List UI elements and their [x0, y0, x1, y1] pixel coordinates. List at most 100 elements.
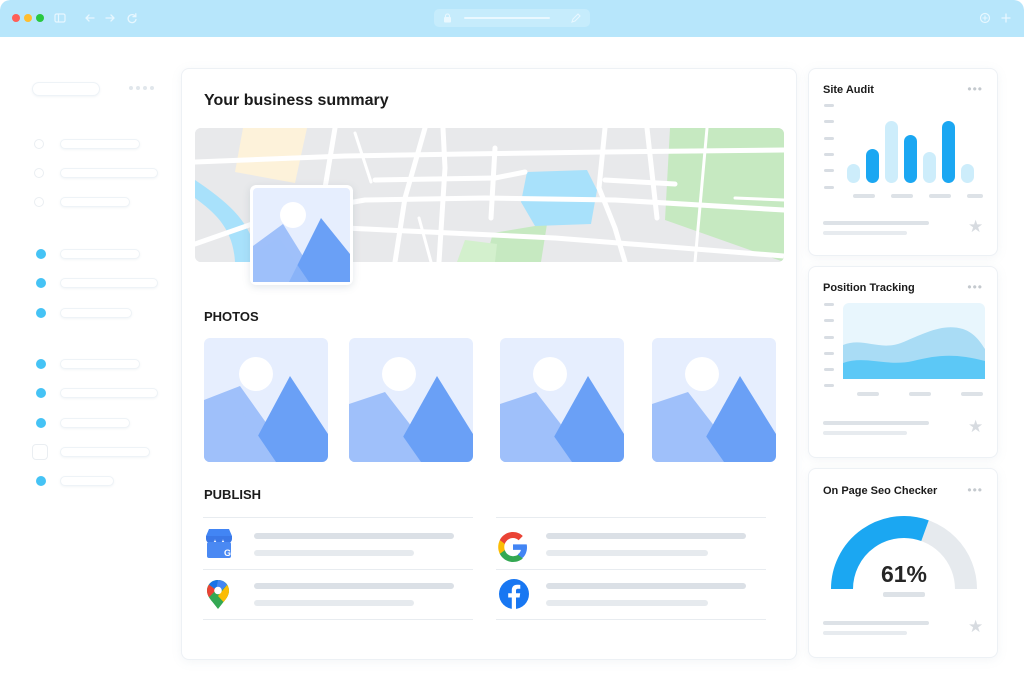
divider	[496, 619, 766, 620]
sidebar-item-icon	[36, 388, 46, 398]
photo-thumbnail[interactable]	[500, 338, 624, 462]
axis-tick	[824, 153, 834, 156]
site-audit-bar	[961, 164, 974, 183]
axis-tick	[824, 352, 834, 355]
address-bar[interactable]	[434, 9, 590, 27]
photo-thumbnail[interactable]	[349, 338, 473, 462]
sidebar-item[interactable]	[60, 139, 140, 149]
google-business-icon[interactable]: G	[202, 527, 236, 561]
summary-text-placeholder	[823, 621, 929, 625]
sidebar-item[interactable]	[60, 278, 158, 288]
axis-tick	[824, 169, 834, 172]
star-icon[interactable]: ★	[968, 417, 983, 437]
photo-thumbnail[interactable]	[204, 338, 328, 462]
sidebar-item[interactable]	[60, 447, 150, 457]
svg-text:G: G	[224, 548, 231, 558]
sidebar-item-icon	[34, 197, 44, 207]
browser-window: Your business summary PHOTOS PUBLISH G S…	[0, 0, 1024, 676]
image-placeholder-icon	[204, 338, 328, 462]
business-cover-image[interactable]	[250, 185, 353, 285]
widget-title: Site Audit	[823, 84, 874, 96]
divider	[496, 569, 766, 570]
forward-arrow-icon[interactable]	[104, 12, 116, 24]
star-icon[interactable]: ★	[968, 217, 983, 237]
widget-title: On Page Seo Checker	[823, 485, 938, 497]
page-title: Your business summary	[204, 92, 389, 109]
site-audit-widget[interactable]: Site Audit ••• ★	[808, 68, 998, 256]
edit-icon[interactable]	[570, 12, 582, 24]
site-audit-bar	[942, 121, 955, 183]
sidebar-item-icon	[36, 278, 46, 288]
sidebar-item[interactable]	[60, 359, 140, 369]
more-options-icon[interactable]: •••	[967, 280, 983, 294]
sidebar-item-icon	[32, 444, 48, 460]
lock-icon	[444, 13, 451, 23]
publish-text-placeholder	[254, 583, 454, 589]
sidebar-toggle-icon[interactable]	[54, 12, 66, 24]
share-icon[interactable]	[979, 12, 991, 24]
google-maps-icon[interactable]	[202, 578, 236, 612]
address-text-placeholder	[464, 17, 550, 19]
sidebar-item[interactable]	[60, 308, 132, 318]
axis-tick	[824, 319, 834, 322]
publish-text-placeholder	[546, 583, 746, 589]
sidebar-item-icon	[36, 418, 46, 428]
more-options-icon[interactable]: •••	[967, 483, 983, 497]
publish-text-placeholder	[254, 533, 454, 539]
summary-text-placeholder	[823, 231, 907, 235]
summary-text-placeholder	[823, 431, 907, 435]
minimize-window-dot[interactable]	[24, 14, 32, 22]
photo-thumbnail[interactable]	[652, 338, 776, 462]
sidebar-item[interactable]	[60, 197, 130, 207]
seo-checker-widget[interactable]: On Page Seo Checker ••• 61% ★	[808, 468, 998, 658]
axis-tick	[824, 104, 834, 107]
axis-label-placeholder	[857, 392, 879, 396]
summary-text-placeholder	[823, 221, 929, 225]
sidebar-item-icon	[34, 139, 44, 149]
new-tab-icon[interactable]	[1000, 12, 1012, 24]
site-audit-bar	[885, 121, 898, 183]
image-placeholder-icon	[349, 338, 473, 462]
axis-tick	[824, 336, 834, 339]
summary-text-placeholder	[823, 631, 907, 635]
star-icon[interactable]: ★	[968, 617, 983, 637]
sidebar-item-icon	[36, 359, 46, 369]
seo-score-value: 61%	[880, 561, 928, 587]
sidebar-item[interactable]	[60, 418, 130, 428]
site-audit-bar	[866, 149, 879, 183]
site-audit-bar	[847, 164, 860, 183]
axis-label-placeholder	[853, 194, 875, 198]
more-options-icon[interactable]: •••	[967, 82, 983, 96]
axis-label-placeholder	[909, 392, 931, 396]
sidebar-more-icon[interactable]	[128, 85, 154, 91]
facebook-icon[interactable]	[498, 578, 532, 612]
axis-label-placeholder	[961, 392, 983, 396]
sidebar-item-icon	[36, 249, 46, 259]
axis-label-placeholder	[967, 194, 983, 198]
sidebar-item[interactable]	[60, 168, 158, 178]
publish-text-placeholder	[254, 550, 414, 556]
divider	[203, 517, 473, 518]
site-audit-bar	[923, 152, 936, 183]
seo-score-gauge	[831, 516, 977, 590]
axis-tick	[824, 368, 834, 371]
axis-tick	[824, 120, 834, 123]
publish-heading: PUBLISH	[204, 487, 262, 502]
axis-tick	[824, 303, 834, 306]
sidebar-item[interactable]	[60, 388, 158, 398]
sidebar-item[interactable]	[60, 249, 140, 259]
axis-tick	[824, 137, 834, 140]
image-placeholder-icon	[652, 338, 776, 462]
reload-icon[interactable]	[126, 12, 138, 24]
maximize-window-dot[interactable]	[36, 14, 44, 22]
back-arrow-icon[interactable]	[84, 12, 96, 24]
sidebar-item-icon	[36, 308, 46, 318]
google-icon[interactable]	[496, 530, 530, 564]
image-placeholder-icon	[500, 338, 624, 462]
close-window-dot[interactable]	[12, 14, 20, 22]
sidebar-item[interactable]	[60, 476, 114, 486]
axis-tick	[824, 384, 834, 387]
site-audit-bar	[904, 135, 917, 183]
publish-text-placeholder	[254, 600, 414, 606]
position-tracking-widget[interactable]: Position Tracking ••• ★	[808, 266, 998, 458]
